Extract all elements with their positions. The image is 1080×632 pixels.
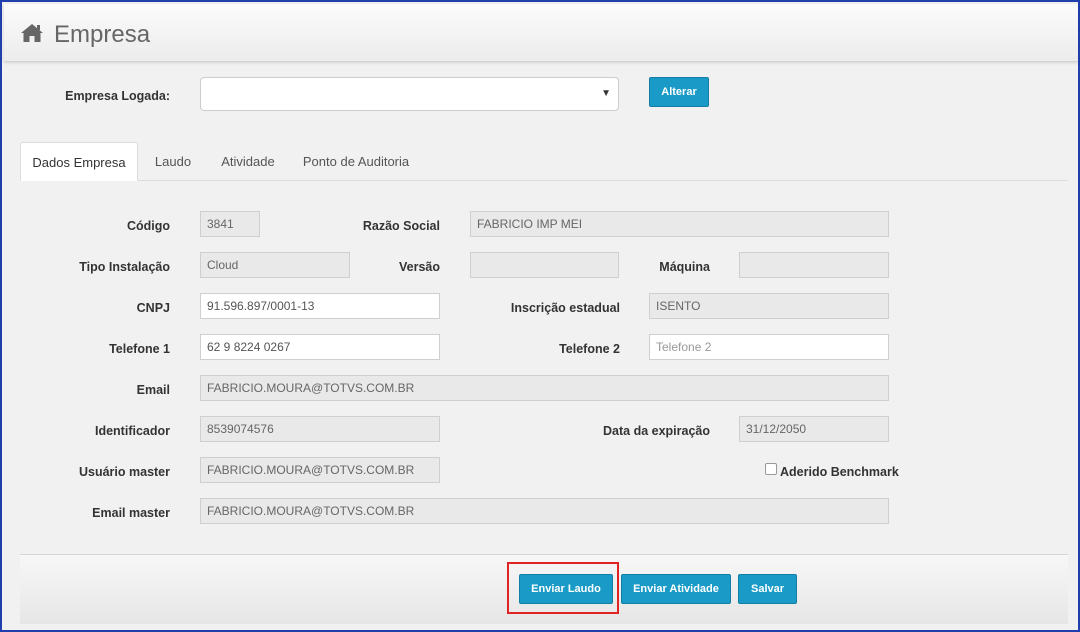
- home-icon: [21, 24, 43, 42]
- dropdown-caret-icon: ▼: [601, 88, 611, 99]
- inscricao-estadual-field[interactable]: ISENTO: [649, 293, 889, 319]
- cnpj-label: CNPJ: [136, 301, 170, 315]
- tab-laudo[interactable]: Laudo: [142, 142, 204, 181]
- cnpj-field[interactable]: 91.596.897/0001-13: [200, 293, 440, 319]
- telefone1-field[interactable]: 62 9 8224 0267: [200, 334, 440, 360]
- versao-label: Versão: [398, 260, 440, 274]
- codigo-field[interactable]: 3841: [200, 211, 260, 237]
- tipo-instalacao-label: Tipo Instalação: [79, 260, 170, 274]
- identificador-label: Identificador: [94, 424, 170, 438]
- usuario-master-label: Usuário master: [78, 465, 170, 479]
- enviar-atividade-button[interactable]: Enviar Atividade: [621, 574, 731, 604]
- maquina-label: Máquina: [659, 260, 710, 274]
- email-master-label: Email master: [92, 506, 170, 520]
- razao-social-field[interactable]: FABRICIO IMP MEI: [470, 211, 889, 237]
- empresa-logada-select[interactable]: ▼: [200, 77, 619, 111]
- alterar-button[interactable]: Alterar: [649, 77, 709, 107]
- telefone2-label: Telefone 2: [559, 342, 620, 356]
- data-expiracao-label: Data da expiração: [603, 424, 710, 438]
- maquina-field[interactable]: [739, 252, 889, 278]
- razao-social-label: Razão Social: [362, 219, 440, 233]
- tab-atividade[interactable]: Atividade: [212, 142, 284, 181]
- tab-dados-empresa[interactable]: Dados Empresa: [20, 142, 138, 181]
- app-window: Empresa Empresa Logada: ▼ Alterar Dados …: [0, 0, 1080, 632]
- tipo-instalacao-field[interactable]: Cloud: [200, 252, 350, 278]
- inscricao-estadual-label: Inscrição estadual: [510, 301, 620, 315]
- salvar-button[interactable]: Salvar: [738, 574, 797, 604]
- telefone2-field[interactable]: Telefone 2: [649, 334, 889, 360]
- tab-ponto-de-auditoria[interactable]: Ponto de Auditoria: [294, 142, 418, 181]
- page-header: Empresa: [4, 4, 1078, 62]
- email-field[interactable]: FABRICIO.MOURA@TOTVS.COM.BR: [200, 375, 889, 401]
- email-label: Email: [136, 383, 170, 397]
- highlight-annotation: [507, 562, 619, 614]
- versao-field[interactable]: [470, 252, 619, 278]
- page-title: Empresa: [54, 21, 151, 48]
- identificador-field[interactable]: 8539074576: [200, 416, 440, 442]
- codigo-label: Código: [126, 219, 170, 233]
- aderido-benchmark-label: Aderido Benchmark: [780, 465, 899, 479]
- empresa-logada-label: Empresa Logada:: [65, 89, 170, 103]
- email-master-field[interactable]: FABRICIO.MOURA@TOTVS.COM.BR: [200, 498, 889, 524]
- data-expiracao-field[interactable]: 31/12/2050: [739, 416, 889, 442]
- usuario-master-field[interactable]: FABRICIO.MOURA@TOTVS.COM.BR: [200, 457, 440, 483]
- aderido-benchmark-checkbox[interactable]: [765, 463, 777, 475]
- telefone1-label: Telefone 1: [109, 342, 170, 356]
